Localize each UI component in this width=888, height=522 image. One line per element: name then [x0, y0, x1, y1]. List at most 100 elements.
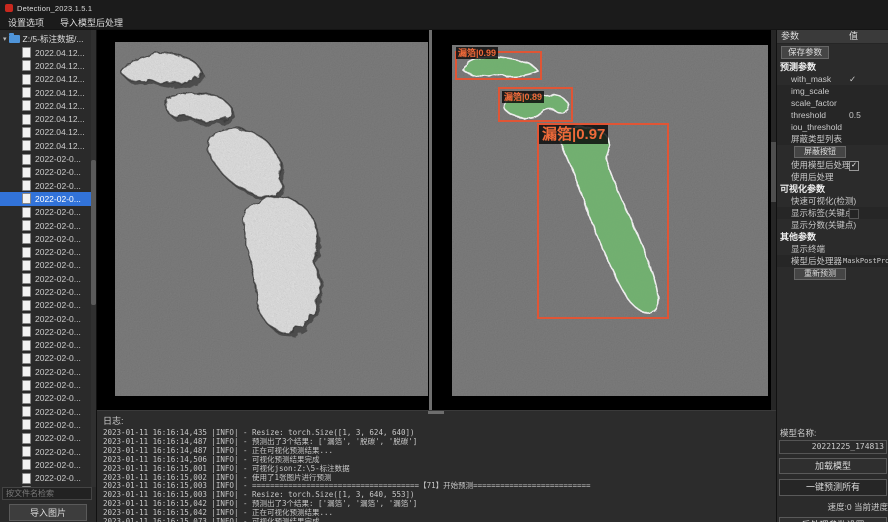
tree-item[interactable]: 2022-02-0... [0, 312, 96, 325]
file-icon [22, 193, 31, 204]
tree-item[interactable]: 2022.04.12... [0, 86, 96, 99]
tree-item[interactable]: 2022-02-0... [0, 432, 96, 445]
tree-item[interactable]: 2022-02-0... [0, 245, 96, 258]
param-button[interactable]: 重新预测 [794, 268, 846, 280]
tree-item[interactable]: 2022-02-0... [0, 206, 96, 219]
menu-import-postprocess[interactable]: 导入模型后处理 [60, 16, 123, 29]
param-row[interactable]: 快速可视化(检测) [777, 195, 888, 207]
file-icon [22, 446, 31, 457]
tree-scrollbar[interactable] [91, 30, 96, 487]
tree-item[interactable]: 2022-02-0... [0, 378, 96, 391]
param-row[interactable]: scale_factor [777, 97, 888, 109]
file-icon [22, 313, 31, 324]
tree-item[interactable]: 2022-02-0... [0, 339, 96, 352]
tree-item[interactable]: 2022-02-0... [0, 392, 96, 405]
tree-item[interactable]: 2022-02-0... [0, 445, 96, 458]
param-group-title: 预测参数 [777, 61, 888, 73]
file-icon [22, 100, 31, 111]
param-value: MaskPostPro [843, 255, 888, 267]
predict-all-button[interactable]: 一键预测所有 [779, 479, 887, 496]
tree-item[interactable]: 2022.04.12... [0, 126, 96, 139]
file-icon [22, 366, 31, 377]
load-model-button[interactable]: 加载模型 [779, 458, 887, 474]
tree-item[interactable]: 2022.04.12... [0, 99, 96, 112]
file-icon [22, 406, 31, 417]
file-icon [22, 140, 31, 151]
prediction-image-panel[interactable]: 漏箔|0.99 漏箔|0.89 漏箔|0.97 [452, 45, 768, 396]
param-row[interactable]: img_scale [777, 85, 888, 97]
file-icon [22, 393, 31, 404]
panel-splitter[interactable] [429, 30, 432, 410]
tree-item[interactable]: 2022.04.12... [0, 139, 96, 152]
chevron-down-icon[interactable]: ▾ [3, 35, 7, 43]
tree-item[interactable]: 2022-02-0... [0, 232, 96, 245]
tree-item[interactable]: 2022-02-0... [0, 405, 96, 418]
tree-scrollbar-thumb[interactable] [91, 160, 96, 305]
tree-item-label: 2022-02-0... [35, 380, 81, 390]
tree-item[interactable]: 2022-02-0... [0, 152, 96, 165]
tree-item[interactable]: 2022.04.12... [0, 46, 96, 59]
tree-item[interactable]: 2022-02-0... [0, 472, 96, 485]
file-icon [22, 353, 31, 364]
tree-root-label: Z:/5-标注数据/... [23, 33, 84, 45]
tree-item[interactable]: 2022-02-0... [0, 192, 96, 205]
param-button[interactable]: 屏蔽按钮 [794, 146, 846, 158]
checkbox[interactable] [849, 209, 859, 219]
tree-item[interactable]: 2022-02-0... [0, 299, 96, 312]
tree-item[interactable]: 2022-02-0... [0, 352, 96, 365]
prediction-image [452, 45, 768, 396]
model-name-field[interactable]: 20221225_174813 [779, 440, 887, 454]
search-input[interactable] [2, 487, 92, 500]
menu-settings[interactable]: 设置选项 [8, 16, 44, 29]
param-label: 模型后处理器 [791, 256, 842, 266]
file-icon [22, 273, 31, 284]
param-row[interactable]: 使用后处理 [777, 171, 888, 183]
param-row[interactable]: with_mask✓ [777, 73, 888, 85]
log-hscrollbar-thumb[interactable] [428, 411, 444, 414]
tree-item[interactable]: 2022-02-0... [0, 166, 96, 179]
param-label: iou_threshold [791, 122, 842, 132]
tree-item[interactable]: 2022.04.12... [0, 59, 96, 72]
file-icon [22, 233, 31, 244]
tree-item-label: 2022-02-0... [35, 367, 81, 377]
tree-item-label: 2022.04.12... [35, 127, 85, 137]
tree-item[interactable]: 2022-02-0... [0, 219, 96, 232]
checkbox[interactable]: ✓ [849, 161, 859, 171]
tree-item[interactable]: 2022-02-0... [0, 272, 96, 285]
tree-item-label: 2022-02-0... [35, 300, 81, 310]
tree-item[interactable]: 2022-02-0... [0, 179, 96, 192]
tree-item[interactable]: 2022-02-0... [0, 285, 96, 298]
tree-item-label: 2022.04.12... [35, 101, 85, 111]
file-tree[interactable]: ▾ Z:/5-标注数据/... 2022.04.12...2022.04.12.… [0, 30, 96, 489]
file-icon [22, 154, 31, 165]
param-row[interactable]: 显示终端 [777, 243, 888, 255]
param-label: with_mask [791, 74, 831, 84]
log-panel[interactable]: 日志: 2023-01-11 16:16:14,435 |INFO| - Res… [97, 410, 776, 522]
tree-item[interactable]: 2022.04.12... [0, 112, 96, 125]
param-label: threshold [791, 110, 826, 120]
original-image-panel[interactable] [115, 42, 428, 396]
save-params-button[interactable]: 保存参数 [781, 46, 829, 59]
param-label: 显示分数(关键点) [791, 220, 856, 230]
file-icon [22, 419, 31, 430]
param-row[interactable]: threshold0.5 [777, 109, 888, 121]
param-row[interactable]: 显示标签(关键点) [777, 207, 888, 219]
param-group-title: 其他参数 [777, 231, 888, 243]
param-row[interactable]: iou_threshold [777, 121, 888, 133]
param-row[interactable]: 显示分数(关键点) [777, 219, 888, 231]
tree-item[interactable]: 2022-02-0... [0, 418, 96, 431]
param-row[interactable]: 屏蔽类型列表 [777, 133, 888, 145]
tree-item[interactable]: 2022-02-0... [0, 365, 96, 378]
postprocess-params-button[interactable]: 后处理参数设置 [779, 517, 887, 522]
tree-item[interactable]: 2022-02-0... [0, 325, 96, 338]
param-row[interactable]: 模型后处理器MaskPostPro [777, 255, 888, 267]
tree-item[interactable]: 2022.04.12... [0, 73, 96, 86]
param-row[interactable]: 使用模型后处理✓ [777, 159, 888, 171]
import-image-button[interactable]: 导入图片 [9, 504, 87, 521]
sidebar: ▾ Z:/5-标注数据/... 2022.04.12...2022.04.12.… [0, 30, 97, 522]
tree-item[interactable]: 2022-02-0... [0, 458, 96, 471]
tree-root[interactable]: ▾ Z:/5-标注数据/... [0, 32, 96, 46]
tree-item-label: 2022-02-0... [35, 287, 81, 297]
model-name-label: 模型名称: [777, 428, 888, 439]
tree-item[interactable]: 2022-02-0... [0, 259, 96, 272]
